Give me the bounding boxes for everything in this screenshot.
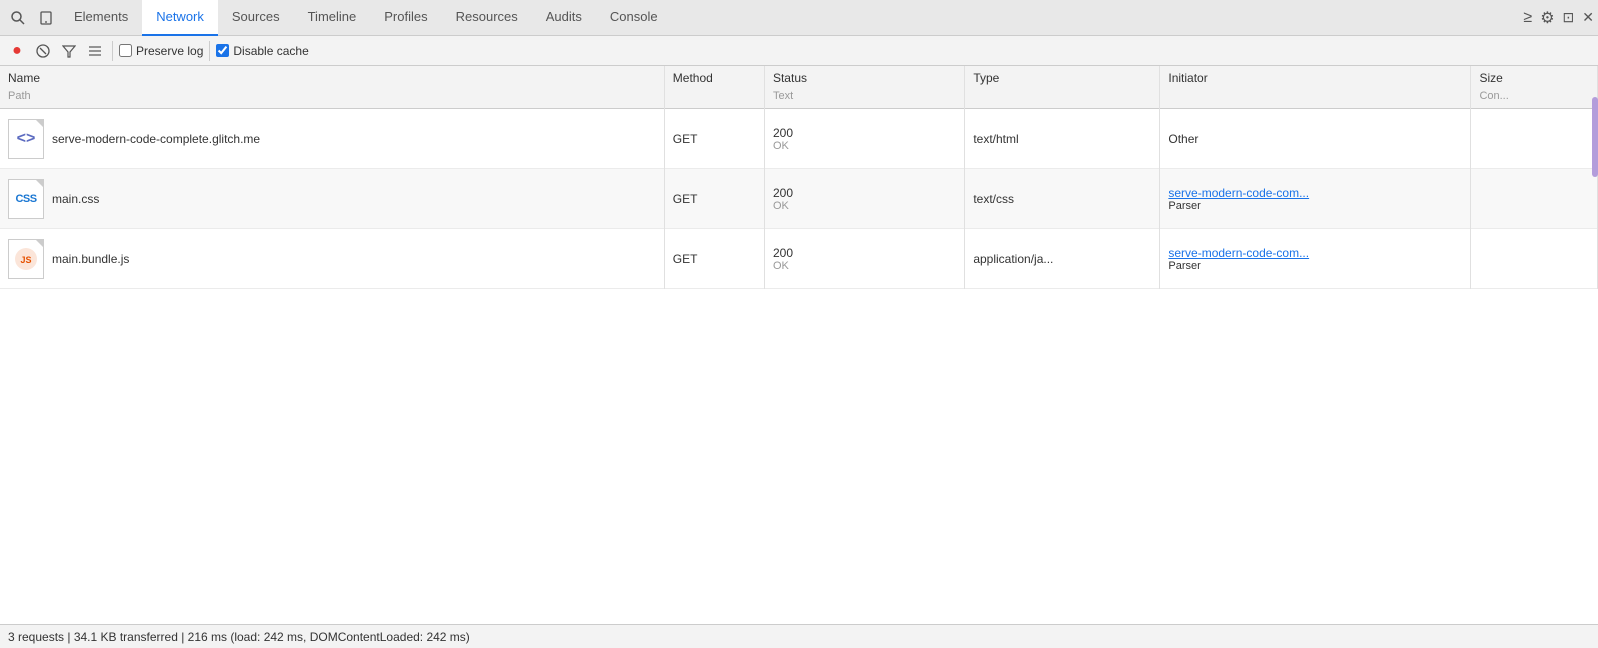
tab-elements[interactable]: Elements xyxy=(60,0,142,36)
method-cell: GET xyxy=(664,169,764,229)
column-header-status[interactable]: Status Text xyxy=(764,66,964,109)
preserve-log-label[interactable]: Preserve log xyxy=(119,44,203,58)
svg-text:JS: JS xyxy=(20,255,31,265)
gear-icon[interactable]: ⚙ xyxy=(1540,8,1554,28)
type-cell: application/ja... xyxy=(965,229,1160,289)
list-view-icon[interactable] xyxy=(84,40,106,62)
window-icon[interactable]: ⊡ xyxy=(1563,9,1575,26)
network-table-container: Name Path Method Status Text Type Initia… xyxy=(0,66,1598,624)
table-header-row: Name Path Method Status Text Type Initia… xyxy=(0,66,1598,109)
tab-audits[interactable]: Audits xyxy=(532,0,596,36)
preserve-log-checkbox[interactable] xyxy=(119,44,132,57)
initiator-link[interactable]: serve-modern-code-com... xyxy=(1168,186,1309,200)
record-button[interactable]: ● xyxy=(6,40,28,62)
device-icon[interactable] xyxy=(32,4,60,32)
size-cell xyxy=(1471,109,1598,169)
tab-network[interactable]: Network xyxy=(142,0,218,36)
table-row[interactable]: CSSmain.cssGET200OKtext/cssserve-modern-… xyxy=(0,169,1598,229)
execute-icon[interactable]: ≥ xyxy=(1523,9,1532,27)
tab-timeline[interactable]: Timeline xyxy=(294,0,371,36)
clear-button[interactable] xyxy=(32,40,54,62)
initiator-cell: serve-modern-code-com...Parser xyxy=(1160,229,1471,289)
column-header-initiator[interactable]: Initiator xyxy=(1160,66,1471,109)
filter-icon[interactable] xyxy=(58,40,80,62)
column-header-name[interactable]: Name Path xyxy=(0,66,664,109)
tab-sources[interactable]: Sources xyxy=(218,0,294,36)
tab-console[interactable]: Console xyxy=(596,0,672,36)
toolbar-separator-2 xyxy=(209,41,210,61)
column-header-type[interactable]: Type xyxy=(965,66,1160,109)
toolbar-separator-1 xyxy=(112,41,113,61)
size-cell xyxy=(1471,229,1598,289)
tab-resources[interactable]: Resources xyxy=(442,0,532,36)
method-cell: GET xyxy=(664,109,764,169)
scroll-indicator[interactable] xyxy=(1592,97,1598,177)
column-header-size[interactable]: Size Con... xyxy=(1471,66,1598,109)
type-cell: text/html xyxy=(965,109,1160,169)
table-row[interactable]: JSmain.bundle.jsGET200OKapplication/ja..… xyxy=(0,229,1598,289)
network-table: Name Path Method Status Text Type Initia… xyxy=(0,66,1598,289)
file-name-cell[interactable]: CSSmain.css xyxy=(0,169,664,229)
initiator-link[interactable]: serve-modern-code-com... xyxy=(1168,246,1309,260)
top-nav: Elements Network Sources Timeline Profil… xyxy=(0,0,1598,36)
toolbar: ● Preserve log Disable cache xyxy=(0,36,1598,66)
initiator-cell: serve-modern-code-com...Parser xyxy=(1160,169,1471,229)
tab-profiles[interactable]: Profiles xyxy=(370,0,441,36)
table-row[interactable]: <>serve-modern-code-complete.glitch.meGE… xyxy=(0,109,1598,169)
status-cell: 200OK xyxy=(764,109,964,169)
status-bar-text: 3 requests | 34.1 KB transferred | 216 m… xyxy=(8,630,470,644)
top-nav-right-icons: ≥ ⚙ ⊡ ✕ xyxy=(1523,8,1594,28)
disable-cache-label[interactable]: Disable cache xyxy=(216,44,308,58)
file-name-cell[interactable]: <>serve-modern-code-complete.glitch.me xyxy=(0,109,664,169)
method-cell: GET xyxy=(664,229,764,289)
status-cell: 200OK xyxy=(764,229,964,289)
close-icon[interactable]: ✕ xyxy=(1582,9,1594,26)
status-bar: 3 requests | 34.1 KB transferred | 216 m… xyxy=(0,624,1598,648)
size-cell xyxy=(1471,169,1598,229)
initiator-cell: Other xyxy=(1160,109,1471,169)
status-cell: 200OK xyxy=(764,169,964,229)
disable-cache-checkbox[interactable] xyxy=(216,44,229,57)
file-name-cell[interactable]: JSmain.bundle.js xyxy=(0,229,664,289)
search-icon[interactable] xyxy=(4,4,32,32)
type-cell: text/css xyxy=(965,169,1160,229)
column-header-method[interactable]: Method xyxy=(664,66,764,109)
